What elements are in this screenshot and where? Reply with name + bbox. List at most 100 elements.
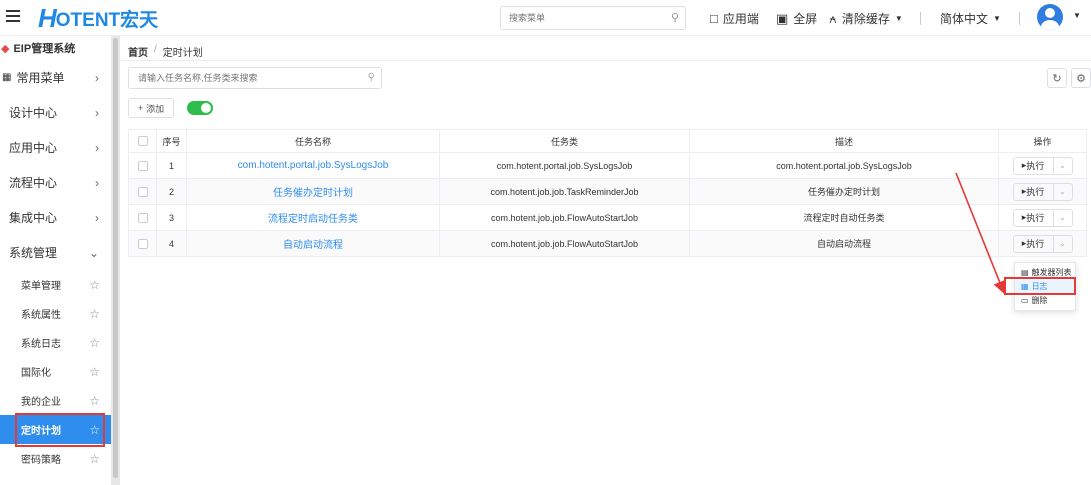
execute-label: 执行 bbox=[1026, 213, 1045, 223]
sidebar-item-label: 设计中心 bbox=[9, 106, 58, 120]
execute-button[interactable]: ▸ 执行 bbox=[1014, 183, 1054, 200]
task-name-link[interactable]: 流程定时启动任务类 bbox=[268, 210, 358, 225]
task-search-box: ⚲ bbox=[128, 67, 382, 89]
execute-button[interactable]: ▸ 执行 bbox=[1014, 235, 1054, 252]
sidebar-scrollbar[interactable] bbox=[111, 36, 120, 485]
task-name-link[interactable]: 任务催办定时计划 bbox=[273, 184, 353, 199]
row-checkbox[interactable] bbox=[137, 160, 148, 171]
logo-mark: H bbox=[38, 2, 57, 33]
scrollbar-thumb[interactable] bbox=[113, 38, 118, 478]
settings-button[interactable]: ⚙ bbox=[1071, 68, 1091, 88]
execute-split-button: ▸ 执行 ⌄ bbox=[1012, 234, 1073, 253]
row-operations: ▸ 执行 ⌄ bbox=[999, 205, 1087, 230]
star-icon[interactable]: ☆ bbox=[89, 307, 100, 321]
cache-icon: ⍲ bbox=[829, 10, 837, 26]
row-index: 3 bbox=[157, 205, 187, 230]
dropdown-item-label: 触发器列表 bbox=[1031, 267, 1072, 277]
sidebar-subitem-i18n[interactable]: 国际化 ☆ bbox=[0, 357, 111, 386]
language-select[interactable]: 简体中文 ▼ bbox=[940, 10, 1001, 27]
star-icon[interactable]: ☆ bbox=[89, 336, 100, 350]
menu-search-input[interactable] bbox=[501, 7, 661, 29]
row-checkbox-cell bbox=[128, 153, 157, 178]
row-checkbox[interactable] bbox=[137, 238, 148, 249]
breadcrumb-home[interactable]: 首页 bbox=[128, 44, 148, 59]
row-index: 2 bbox=[157, 179, 187, 204]
annotation-highlight-box bbox=[15, 413, 105, 447]
dropdown-item-delete[interactable]: ▭ 删除 bbox=[1015, 293, 1075, 307]
menu-search-box: ⚲ bbox=[500, 6, 686, 30]
sidebar-item-system-management[interactable]: 系统管理 ⌄ bbox=[0, 235, 111, 270]
refresh-icon: ↻ bbox=[1052, 72, 1062, 85]
breadcrumb-separator: / bbox=[154, 44, 157, 55]
select-all-checkbox[interactable] bbox=[137, 136, 148, 146]
sidebar-item-favorites[interactable]: ▦ 常用菜单 › bbox=[0, 60, 111, 95]
sidebar-subitem-password-policy[interactable]: 密码策略 ☆ bbox=[0, 444, 111, 473]
fullscreen-icon: ▣ bbox=[776, 10, 789, 26]
table-header: 序号 任务名称 任务类 描述 操作 bbox=[128, 129, 1087, 153]
fullscreen-button[interactable]: ▣ 全屏 bbox=[776, 10, 817, 27]
toggle-switch[interactable] bbox=[187, 101, 213, 115]
more-actions-button[interactable]: ⌄ bbox=[1054, 158, 1072, 174]
column-header-class: 任务类 bbox=[440, 130, 690, 152]
more-actions-button[interactable]: ⌄ bbox=[1054, 236, 1072, 252]
more-actions-button[interactable]: ⌄ bbox=[1054, 210, 1072, 226]
row-index: 4 bbox=[157, 231, 187, 256]
app-side-button[interactable]: □ 应用端 bbox=[710, 10, 759, 27]
sidebar-item-label: 常用菜单 bbox=[16, 71, 65, 85]
gear-icon: ⚙ bbox=[1076, 72, 1086, 85]
avatar[interactable] bbox=[1037, 4, 1063, 30]
search-icon[interactable]: ⚲ bbox=[368, 72, 375, 83]
row-checkbox-cell bbox=[128, 231, 157, 256]
system-title: ◆ EIP管理系统 bbox=[0, 36, 111, 60]
sidebar-subitem-label: 国际化 bbox=[21, 368, 51, 379]
row-operations: ▸ 执行 ⌄ bbox=[999, 231, 1087, 256]
star-icon[interactable]: ☆ bbox=[89, 452, 100, 466]
star-icon[interactable]: ☆ bbox=[89, 365, 100, 379]
sidebar-subitem-menu-management[interactable]: 菜单管理 ☆ bbox=[0, 270, 111, 299]
chevron-down-icon: ⌄ bbox=[1059, 239, 1066, 248]
more-actions-button[interactable]: ⌄ bbox=[1054, 184, 1072, 200]
task-name-link[interactable]: com.hotent.portal.job.SysLogsJob bbox=[238, 160, 389, 171]
sidebar-item-label: 流程中心 bbox=[9, 176, 58, 190]
task-name-link[interactable]: 自动启动流程 bbox=[283, 236, 343, 251]
sidebar-item-integration-center[interactable]: 集成中心 › bbox=[0, 200, 111, 235]
logo[interactable]: H OTENT宏天 bbox=[38, 3, 158, 33]
sidebar-item-app-center[interactable]: 应用中心 › bbox=[0, 130, 111, 165]
column-header-name: 任务名称 bbox=[187, 130, 440, 152]
execute-label: 执行 bbox=[1026, 239, 1045, 249]
chevron-down-icon: ⌄ bbox=[1059, 213, 1066, 222]
chevron-down-icon: ⌄ bbox=[88, 245, 99, 260]
sidebar-item-label: 系统管理 bbox=[9, 246, 58, 260]
execute-button[interactable]: ▸ 执行 bbox=[1014, 209, 1054, 226]
breadcrumb: 首页 / 定时计划 bbox=[128, 44, 203, 59]
row-checkbox[interactable] bbox=[137, 186, 148, 197]
sidebar-item-design-center[interactable]: 设计中心 › bbox=[0, 95, 111, 130]
add-button[interactable]: + 添加 bbox=[128, 98, 174, 118]
chevron-right-icon: › bbox=[95, 175, 99, 190]
refresh-button[interactable]: ↻ bbox=[1047, 68, 1067, 88]
hamburger-menu-icon[interactable] bbox=[6, 10, 20, 22]
user-menu-toggle[interactable]: ▼ bbox=[1073, 11, 1081, 20]
execute-label: 执行 bbox=[1026, 161, 1045, 171]
execute-split-button: ▸ 执行 ⌄ bbox=[1012, 182, 1073, 201]
search-icon[interactable]: ⚲ bbox=[671, 11, 679, 24]
execute-button[interactable]: ▸ 执行 bbox=[1014, 157, 1054, 174]
star-icon[interactable]: ☆ bbox=[89, 278, 100, 292]
chevron-right-icon: › bbox=[95, 70, 99, 85]
row-name-cell: com.hotent.portal.job.SysLogsJob bbox=[187, 153, 440, 178]
row-class: com.hotent.job.job.FlowAutoStartJob bbox=[440, 231, 690, 256]
sidebar-subitem-system-properties[interactable]: 系统属性 ☆ bbox=[0, 299, 111, 328]
sidebar-subitem-system-log[interactable]: 系统日志 ☆ bbox=[0, 328, 111, 357]
star-icon[interactable]: ☆ bbox=[89, 394, 100, 408]
execute-split-button: ▸ 执行 ⌄ bbox=[1012, 156, 1073, 175]
sidebar-item-flow-center[interactable]: 流程中心 › bbox=[0, 165, 111, 200]
clear-cache-button[interactable]: ⍲ 清除缓存 ▼ bbox=[829, 10, 903, 27]
dropdown-item-label: 删除 bbox=[1031, 295, 1048, 305]
execute-split-button: ▸ 执行 ⌄ bbox=[1012, 208, 1073, 227]
divider bbox=[120, 60, 1091, 61]
sidebar-subitem-my-company[interactable]: 我的企业 ☆ bbox=[0, 386, 111, 415]
row-operations: ▸ 执行 ⌄ bbox=[999, 153, 1087, 178]
column-header-operations: 操作 bbox=[999, 130, 1087, 152]
task-search-input[interactable] bbox=[129, 68, 359, 88]
row-checkbox[interactable] bbox=[137, 212, 148, 223]
